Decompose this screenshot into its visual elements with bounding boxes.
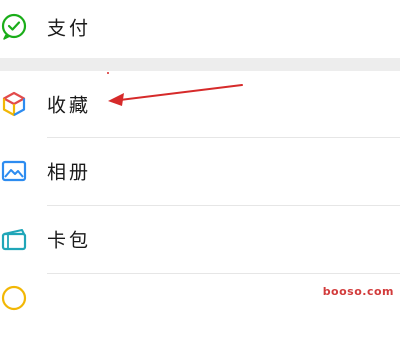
section-separator [0, 58, 400, 71]
menu-item-emoji[interactable] [0, 274, 400, 340]
menu-item-label: 支付 [47, 17, 92, 40]
wechat-pay-icon [0, 13, 28, 41]
menu-item-label: 收藏 [47, 94, 92, 117]
menu-item-label: 相册 [47, 161, 92, 184]
menu-item-album[interactable]: 相册 [0, 138, 400, 204]
menu-item-label: 卡包 [47, 229, 92, 252]
menu-item-card-wallet[interactable]: 卡包 [0, 206, 400, 272]
emoji-icon [0, 284, 28, 312]
card-wallet-icon [0, 225, 28, 253]
menu-item-pay[interactable]: 支付 [0, 0, 400, 60]
site-watermark: booso.com [322, 285, 394, 298]
favorites-cube-icon [0, 90, 28, 118]
album-image-icon [0, 157, 28, 185]
menu-item-favorites[interactable]: 收藏 [0, 71, 400, 137]
